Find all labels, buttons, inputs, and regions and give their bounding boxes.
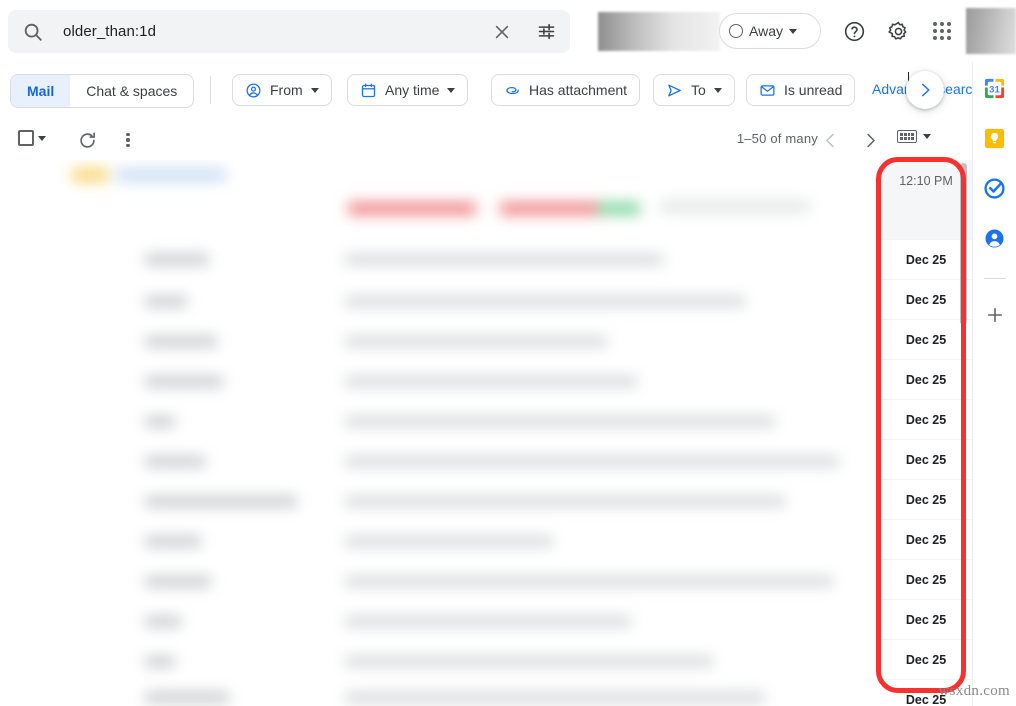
avatar[interactable]: [966, 8, 1016, 54]
checkbox-icon[interactable]: [18, 130, 34, 146]
filter-chip-from[interactable]: From: [232, 74, 332, 106]
side-panel: 31: [972, 62, 1016, 706]
search-input[interactable]: [53, 23, 482, 40]
mail-date[interactable]: Dec 25: [880, 360, 972, 400]
search-options-icon[interactable]: [526, 12, 566, 52]
chevron-down-icon[interactable]: [38, 135, 46, 141]
mail-list[interactable]: 12:10 PM Dec 25 Dec 25 Dec 25 Dec 25 Dec…: [0, 160, 972, 706]
contacts-icon[interactable]: [983, 226, 1007, 250]
svg-text:31: 31: [989, 84, 1000, 95]
pagination-prev-button[interactable]: [817, 127, 843, 153]
filter-chip-is-unread[interactable]: Is unread: [746, 74, 856, 106]
mail-date[interactable]: Dec 25: [880, 240, 972, 280]
calendar-icon: [361, 82, 376, 97]
chevron-down-icon: [713, 87, 722, 93]
envelope-icon: [760, 84, 775, 96]
filter-chip-label: Is unread: [784, 82, 843, 98]
filter-divider: [210, 76, 211, 104]
filter-chip-has-attachment[interactable]: Has attachment: [491, 74, 641, 106]
gear-icon[interactable]: [878, 11, 918, 51]
chevron-down-icon: [447, 87, 456, 93]
date-column: 12:10 PM Dec 25 Dec 25 Dec 25 Dec 25 Dec…: [880, 160, 972, 706]
mail-date[interactable]: Dec 25: [880, 640, 972, 680]
search-bar[interactable]: [8, 10, 570, 53]
person-circle-icon: [246, 82, 261, 98]
watermark: wsxdn.com: [938, 683, 1010, 699]
tab-mail[interactable]: Mail: [11, 75, 71, 107]
chevron-right-icon: [922, 83, 930, 97]
tasks-icon[interactable]: [983, 176, 1007, 200]
mail-date[interactable]: 12:10 PM: [880, 160, 972, 240]
pagination-next-button[interactable]: [857, 127, 883, 153]
chevron-down-icon[interactable]: [923, 134, 931, 139]
gmail-window: Away Mail Chat & spaces: [0, 0, 1016, 706]
help-icon[interactable]: [834, 11, 874, 51]
filter-chip-label: Any time: [385, 82, 440, 98]
list-scrollbar[interactable]: [960, 163, 967, 325]
tab-chat-and-spaces[interactable]: Chat & spaces: [70, 75, 193, 107]
search-scope-toggle[interactable]: Mail Chat & spaces: [10, 74, 195, 108]
send-icon: [668, 84, 681, 96]
mail-date[interactable]: Dec 25: [880, 600, 972, 640]
filter-chip-to[interactable]: To: [653, 74, 735, 106]
filter-chip-any-time[interactable]: Any time: [347, 74, 469, 106]
chevron-left-icon: [825, 133, 834, 147]
blurred-account-chip: [598, 12, 720, 51]
filter-scroll-next-button[interactable]: [906, 71, 944, 109]
mail-date[interactable]: Dec 25: [880, 280, 972, 320]
more-vertical-icon[interactable]: [116, 128, 140, 152]
status-label: Away: [749, 23, 783, 39]
mail-date[interactable]: Dec 25: [880, 520, 972, 560]
status-pill[interactable]: Away: [719, 13, 821, 49]
pagination-count: 1–50 of many: [736, 131, 818, 146]
calendar-icon[interactable]: 31: [983, 76, 1007, 100]
search-icon[interactable]: [13, 12, 53, 52]
filter-chip-label: To: [691, 82, 706, 98]
mail-date[interactable]: Dec 25: [880, 560, 972, 600]
keep-icon[interactable]: [983, 126, 1007, 150]
chevron-down-icon: [788, 28, 797, 34]
mail-date[interactable]: Dec 25: [880, 440, 972, 480]
side-panel-divider: [983, 278, 1006, 279]
chevron-right-icon: [866, 133, 875, 147]
close-icon[interactable]: [482, 12, 522, 52]
filter-chip-label: Has attachment: [529, 82, 628, 98]
plus-icon[interactable]: [983, 303, 1007, 327]
keyboard-icon[interactable]: [897, 130, 917, 143]
status-circle-icon: [729, 24, 743, 38]
mail-date[interactable]: Dec 25: [880, 320, 972, 360]
mail-date[interactable]: Dec 25: [880, 400, 972, 440]
filter-chip-label: From: [270, 82, 303, 98]
input-tools-control[interactable]: [897, 130, 931, 143]
mail-date[interactable]: Dec 25: [880, 480, 972, 520]
select-all-control[interactable]: [18, 130, 46, 146]
paperclip-icon: [506, 86, 519, 94]
blurred-mail-content: [0, 160, 880, 706]
refresh-icon[interactable]: [75, 128, 99, 152]
app-header: Away: [0, 0, 1016, 62]
chevron-down-icon: [310, 87, 319, 93]
apps-grid-icon[interactable]: [922, 11, 962, 51]
